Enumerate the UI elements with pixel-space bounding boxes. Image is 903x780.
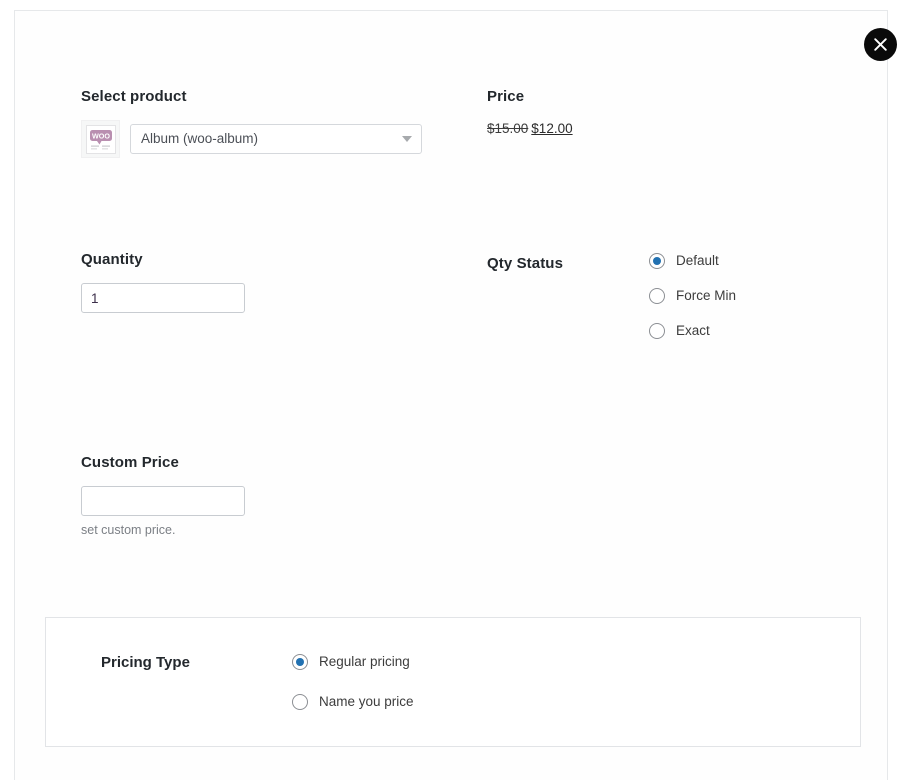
qty-status-option-label: Exact [676,322,710,340]
radio-icon [649,253,665,269]
qty-status-field: Qty Status Default Force Min Exact [487,250,877,342]
close-x-icon [873,37,888,52]
quantity-label: Quantity [81,250,481,270]
product-modal: Select product WOO [14,10,888,780]
price-label: Price [487,87,877,107]
price-field: Price $15.00$12.00 [487,87,877,138]
price-sale: $12.00 [531,121,572,136]
custom-price-label: Custom Price [81,453,481,473]
qty-status-option-force-min[interactable]: Force Min [649,285,877,307]
pricing-type-option-label: Regular pricing [319,653,410,671]
select-product-label: Select product [81,87,481,107]
product-select-wrap[interactable]: Album (woo-album) [130,124,422,154]
select-product-field: Select product WOO [81,87,481,158]
woocommerce-placeholder-image-icon: WOO [86,125,116,154]
price-values: $15.00$12.00 [487,120,877,138]
qty-status-option-label: Default [676,252,719,270]
radio-icon [649,288,665,304]
pricing-type-panel: Pricing Type Regular pricing Name you pr… [45,617,861,747]
custom-price-field: Custom Price set custom price. [81,453,481,538]
pricing-type-option-regular[interactable]: Regular pricing [292,651,414,673]
qty-status-option-exact[interactable]: Exact [649,320,877,342]
close-modal-button[interactable] [864,28,897,61]
quantity-field: Quantity [81,250,481,313]
pricing-type-radio-group: Regular pricing Name you price [292,651,414,731]
custom-price-input[interactable] [81,486,245,516]
price-original: $15.00 [487,121,528,136]
qty-status-option-default[interactable]: Default [649,250,877,272]
qty-status-radio-group: Default Force Min Exact [649,250,877,342]
product-select-row: WOO Album (woo-album) [81,120,481,158]
product-select[interactable]: Album (woo-album) [130,124,422,154]
quantity-input[interactable] [81,283,245,313]
pricing-type-label: Pricing Type [101,653,190,673]
radio-icon [292,694,308,710]
qty-status-option-label: Force Min [676,287,736,305]
svg-text:WOO: WOO [92,131,110,140]
product-thumbnail: WOO [81,120,120,158]
custom-price-helper: set custom price. [81,522,481,538]
qty-status-label: Qty Status [487,254,563,274]
radio-icon [292,654,308,670]
pricing-type-option-name-price[interactable]: Name you price [292,691,414,713]
pricing-type-option-label: Name you price [319,693,414,711]
radio-icon [649,323,665,339]
